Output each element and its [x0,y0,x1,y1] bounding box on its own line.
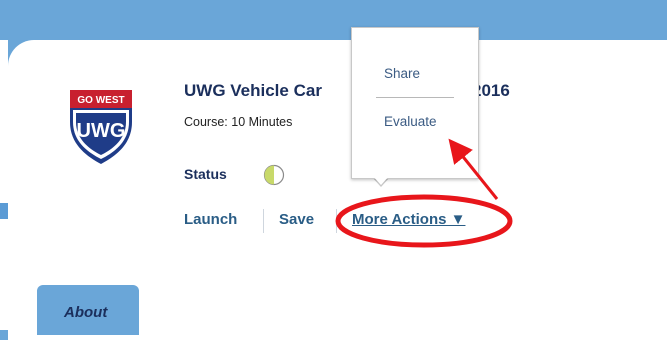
menu-item-evaluate[interactable]: Evaluate [384,114,437,129]
course-meta: Course: 10 Minutes [184,115,293,129]
header-band [0,0,667,40]
course-title[interactable]: UWG Vehicle Car 2016 [184,81,510,101]
status-label: Status [184,166,227,182]
menu-item-share[interactable]: Share [384,66,420,81]
launch-button[interactable]: Launch [184,211,237,228]
actions-divider [336,209,337,233]
left-panel-edge [0,40,8,330]
menu-caret [372,175,390,185]
actions-divider [263,209,264,233]
more-actions-menu: Share Evaluate [351,27,479,179]
course-title-start: UWG Vehicle Car [184,81,322,100]
uwg-logo: GO WEST UWG [70,90,132,164]
more-actions-button[interactable]: More Actions ▼ [352,211,465,228]
logo-text-main: UWG [77,120,126,142]
left-accent-marker [0,203,8,219]
save-button[interactable]: Save [279,211,314,228]
logo-text-top: GO WEST [77,95,124,106]
tab-about-label[interactable]: About [64,304,107,321]
half-circle-progress-icon [263,164,285,186]
menu-divider [376,97,454,98]
